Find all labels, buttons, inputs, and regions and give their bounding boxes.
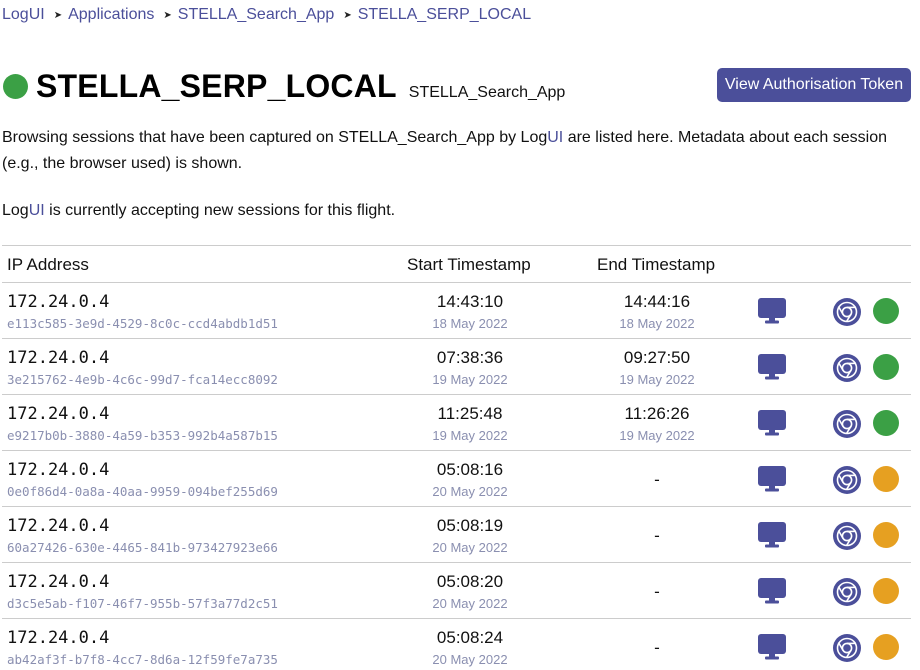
start-date: 19 May 2022 (432, 428, 508, 443)
session-status-indicator (873, 466, 899, 492)
session-status-indicator (873, 522, 899, 548)
start-date: 20 May 2022 (432, 652, 508, 667)
session-status-indicator (873, 634, 899, 660)
accepting-text-part: Log (2, 202, 29, 219)
table-row[interactable]: 172.24.0.4 d3c5e5ab-f107-46f7-955b-57f3a… (2, 563, 911, 619)
view-authorisation-token-button[interactable]: View Authorisation Token (717, 68, 911, 102)
session-status-indicator (873, 578, 899, 604)
title-row: STELLA_SERP_LOCAL STELLA_Search_App (3, 68, 565, 105)
desktop-monitor-icon[interactable] (757, 297, 787, 325)
desktop-monitor-icon[interactable] (757, 633, 787, 661)
end-timestamp-empty: - (654, 470, 660, 489)
start-time: 14:43:10 (436, 292, 504, 311)
breadcrumb-separator-icon: ➤ (343, 9, 352, 21)
start-time: 05:08:19 (436, 516, 504, 535)
ip-address: 172.24.0.4 (7, 572, 110, 592)
start-date: 20 May 2022 (432, 484, 508, 499)
accepting-text-part: is currently accepting new sessions for … (44, 202, 396, 219)
session-id: ab42af3f-b7f8-4cc7-8d6a-12f59fe7a735 (7, 652, 278, 667)
start-time: 11:25:48 (437, 404, 503, 423)
breadcrumb-applications[interactable]: Applications (68, 6, 154, 24)
end-timestamp-empty: - (654, 526, 660, 545)
end-time: 11:26:26 (624, 404, 690, 423)
chrome-icon[interactable] (832, 409, 862, 439)
session-id: 3e215762-4e9b-4c6c-99d7-fca14ecc8092 (7, 372, 278, 387)
breadcrumb: LogUI ➤ Applications ➤ STELLA_Search_App… (2, 6, 531, 24)
table-body: 172.24.0.4 e113c585-3e9d-4529-8c0c-ccd4a… (2, 283, 911, 670)
desktop-monitor-icon[interactable] (757, 521, 787, 549)
end-timestamp-empty: - (654, 582, 660, 601)
ip-address: 172.24.0.4 (7, 404, 110, 424)
chrome-icon[interactable] (832, 465, 862, 495)
ip-address: 172.24.0.4 (7, 460, 110, 480)
table-row[interactable]: 172.24.0.4 0e0f86d4-0a8a-40aa-9959-094be… (2, 451, 911, 507)
session-id: 60a27426-630e-4465-841b-973427923e66 (7, 540, 278, 555)
desktop-monitor-icon[interactable] (757, 465, 787, 493)
page-subtitle: STELLA_Search_App (408, 84, 566, 101)
intro-text: Browsing sessions that have been capture… (2, 125, 907, 177)
start-time: 05:08:16 (436, 460, 504, 479)
flight-status-icon (3, 74, 28, 99)
ip-address: 172.24.0.4 (7, 348, 110, 368)
chrome-icon[interactable] (832, 297, 862, 327)
start-date: 18 May 2022 (432, 316, 508, 331)
table-row[interactable]: 172.24.0.4 60a27426-630e-4465-841b-97342… (2, 507, 911, 563)
start-time: 05:08:24 (436, 628, 504, 647)
session-id: e9217b0b-3880-4a59-b353-992b4a587b15 (7, 428, 278, 443)
page-title: STELLA_SERP_LOCAL (36, 68, 397, 104)
table-row[interactable]: 172.24.0.4 ab42af3f-b7f8-4cc7-8d6a-12f59… (2, 619, 911, 670)
session-id: d3c5e5ab-f107-46f7-955b-57f3a77d2c51 (7, 596, 278, 611)
table-header: IP Address Start Timestamp End Timestamp (2, 246, 911, 283)
header-end-timestamp: End Timestamp (597, 255, 716, 274)
start-date: 20 May 2022 (432, 596, 508, 611)
intro-text-part: Browsing sessions that have been capture… (2, 129, 548, 146)
start-date: 19 May 2022 (432, 372, 508, 387)
ip-address: 172.24.0.4 (7, 516, 110, 536)
accepting-text-accent: UI (28, 202, 45, 219)
end-date: 19 May 2022 (619, 428, 695, 443)
end-date: 19 May 2022 (619, 372, 695, 387)
table-row[interactable]: 172.24.0.4 3e215762-4e9b-4c6c-99d7-fca14… (2, 339, 911, 395)
header-ip-address: IP Address (7, 255, 89, 274)
end-date: 18 May 2022 (619, 316, 695, 331)
start-time: 07:38:36 (436, 348, 504, 367)
start-time: 05:08:20 (436, 572, 504, 591)
end-time: 14:44:16 (623, 292, 691, 311)
table-row[interactable]: 172.24.0.4 e9217b0b-3880-4a59-b353-992b4… (2, 395, 911, 451)
accepting-sessions-text: LogUI is currently accepting new session… (2, 199, 395, 223)
chrome-icon[interactable] (832, 521, 862, 551)
chrome-icon[interactable] (832, 577, 862, 607)
intro-text-accent: UI (547, 129, 564, 146)
session-id: 0e0f86d4-0a8a-40aa-9959-094bef255d69 (7, 484, 278, 499)
desktop-monitor-icon[interactable] (757, 577, 787, 605)
session-status-indicator (873, 354, 899, 380)
session-status-indicator (873, 298, 899, 324)
desktop-monitor-icon[interactable] (757, 353, 787, 381)
end-timestamp-empty: - (654, 638, 660, 657)
chrome-icon[interactable] (832, 353, 862, 383)
chrome-icon[interactable] (832, 633, 862, 663)
breadcrumb-separator-icon: ➤ (163, 9, 172, 21)
end-time: 09:27:50 (623, 348, 691, 367)
ip-address: 172.24.0.4 (7, 628, 110, 648)
table-row[interactable]: 172.24.0.4 e113c585-3e9d-4529-8c0c-ccd4a… (2, 283, 911, 339)
session-status-indicator (873, 410, 899, 436)
sessions-table: IP Address Start Timestamp End Timestamp… (2, 245, 911, 670)
desktop-monitor-icon[interactable] (757, 409, 787, 437)
start-date: 20 May 2022 (432, 540, 508, 555)
ip-address: 172.24.0.4 (7, 292, 110, 312)
breadcrumb-separator-icon: ➤ (53, 9, 63, 21)
breadcrumb-flight[interactable]: STELLA_SERP_LOCAL (358, 6, 531, 24)
breadcrumb-logui[interactable]: LogUI (2, 6, 45, 24)
header-start-timestamp: Start Timestamp (407, 255, 531, 274)
breadcrumb-application[interactable]: STELLA_Search_App (178, 6, 335, 24)
session-id: e113c585-3e9d-4529-8c0c-ccd4abdb1d51 (7, 316, 278, 331)
